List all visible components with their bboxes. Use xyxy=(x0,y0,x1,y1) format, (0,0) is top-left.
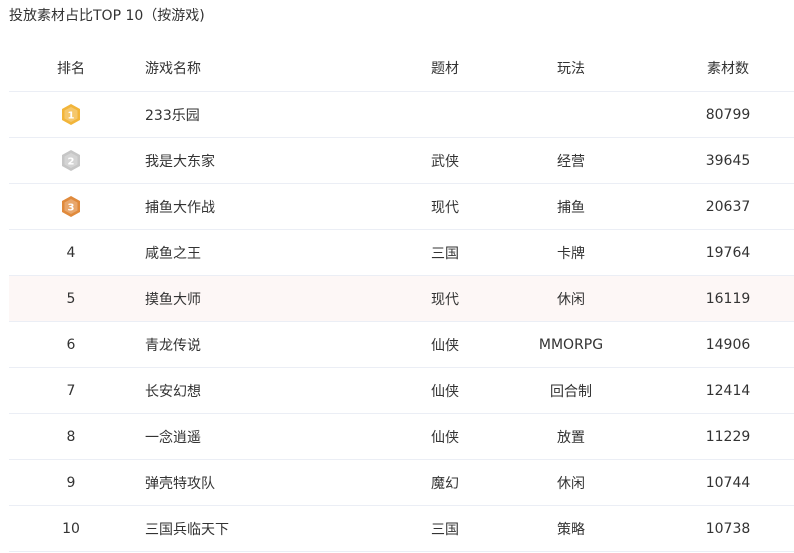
material-count: 12414 xyxy=(705,382,751,399)
game-gameplay: 经营 xyxy=(557,153,585,170)
game-name: 咸鱼之王 xyxy=(145,245,201,262)
table-row[interactable]: 2 我是大东家 武侠 经营 39645 xyxy=(9,138,794,184)
game-name: 一念逍遥 xyxy=(145,429,201,446)
game-gameplay: 策略 xyxy=(557,521,585,538)
header-rank[interactable]: 排名 xyxy=(9,44,133,91)
material-count: 39645 xyxy=(705,152,751,169)
table-row[interactable]: 6 青龙传说 仙侠 MMORPG 14906 xyxy=(9,322,794,368)
table-header: 排名 游戏名称 题材 玩法 素材数 xyxy=(9,44,794,92)
game-gameplay: 休闲 xyxy=(557,291,585,308)
game-gameplay: 休闲 xyxy=(557,475,585,492)
table-row-hovered[interactable]: 5 摸鱼大师 现代 休闲 16119 xyxy=(9,276,794,322)
game-name: 青龙传说 xyxy=(145,337,201,354)
game-gameplay xyxy=(485,92,657,137)
rank-cell: 9 xyxy=(66,474,76,491)
game-theme: 三国 xyxy=(431,245,459,262)
material-count: 16119 xyxy=(705,290,751,307)
header-gameplay[interactable]: 玩法 xyxy=(485,44,657,91)
game-name: 长安幻想 xyxy=(145,383,201,400)
game-gameplay: 卡牌 xyxy=(557,245,585,262)
material-count: 19764 xyxy=(705,244,751,261)
material-count: 10738 xyxy=(705,520,751,537)
medal-number: 2 xyxy=(68,156,75,167)
header-material-count[interactable]: 素材数 xyxy=(657,44,794,91)
game-gameplay: 放置 xyxy=(557,429,585,446)
game-gameplay: MMORPG xyxy=(538,336,604,353)
game-theme: 现代 xyxy=(431,291,459,308)
game-theme: 仙侠 xyxy=(431,429,459,446)
rank-cell: 10 xyxy=(62,520,80,537)
rank-cell: 2 xyxy=(9,138,133,183)
table-row[interactable]: 3 捕鱼大作战 现代 捕鱼 20637 xyxy=(9,184,794,230)
material-count: 11229 xyxy=(705,428,751,445)
material-count: 80799 xyxy=(705,106,751,123)
game-name: 我是大东家 xyxy=(145,153,215,170)
material-count: 20637 xyxy=(705,198,751,215)
medal-number: 1 xyxy=(68,110,75,121)
game-theme: 仙侠 xyxy=(431,337,459,354)
rank-cell: 3 xyxy=(9,184,133,229)
game-name: 233乐园 xyxy=(145,107,200,124)
game-name: 摸鱼大师 xyxy=(145,291,201,308)
rank-cell: 4 xyxy=(66,244,76,261)
table-row[interactable]: 9 弹壳特攻队 魔幻 休闲 10744 xyxy=(9,460,794,506)
rank-cell: 6 xyxy=(66,336,76,353)
header-game-name[interactable]: 游戏名称 xyxy=(145,44,405,91)
bronze-medal-icon: 3 xyxy=(62,195,80,217)
ranking-table: 排名 游戏名称 题材 玩法 素材数 1 233乐园 80799 2 我是大东家 … xyxy=(9,44,794,552)
table-row[interactable]: 10 三国兵临天下 三国 策略 10738 xyxy=(9,506,794,552)
material-count: 10744 xyxy=(705,474,751,491)
game-name: 三国兵临天下 xyxy=(145,521,229,538)
game-theme xyxy=(405,92,485,137)
game-theme: 仙侠 xyxy=(431,383,459,400)
game-gameplay: 回合制 xyxy=(550,383,592,400)
game-name: 弹壳特攻队 xyxy=(145,475,215,492)
medal-number: 3 xyxy=(68,202,75,213)
game-gameplay: 捕鱼 xyxy=(557,199,585,216)
table-row[interactable]: 4 咸鱼之王 三国 卡牌 19764 xyxy=(9,230,794,276)
material-count: 14906 xyxy=(705,336,751,353)
rank-cell: 1 xyxy=(9,92,133,137)
rank-cell: 7 xyxy=(66,382,76,399)
game-theme: 魔幻 xyxy=(431,475,459,492)
silver-medal-icon: 2 xyxy=(62,149,80,171)
game-name: 捕鱼大作战 xyxy=(145,199,215,216)
table-row[interactable]: 1 233乐园 80799 xyxy=(9,92,794,138)
game-theme: 现代 xyxy=(431,199,459,216)
page-title: 投放素材占比TOP 10（按游戏) xyxy=(9,8,205,24)
header-theme[interactable]: 题材 xyxy=(405,44,485,91)
game-theme: 武侠 xyxy=(431,153,459,170)
game-theme: 三国 xyxy=(431,521,459,538)
rank-cell: 5 xyxy=(66,290,76,307)
table-row[interactable]: 8 一念逍遥 仙侠 放置 11229 xyxy=(9,414,794,460)
rank-cell: 8 xyxy=(66,428,76,445)
table-row[interactable]: 7 长安幻想 仙侠 回合制 12414 xyxy=(9,368,794,414)
gold-medal-icon: 1 xyxy=(62,103,80,125)
